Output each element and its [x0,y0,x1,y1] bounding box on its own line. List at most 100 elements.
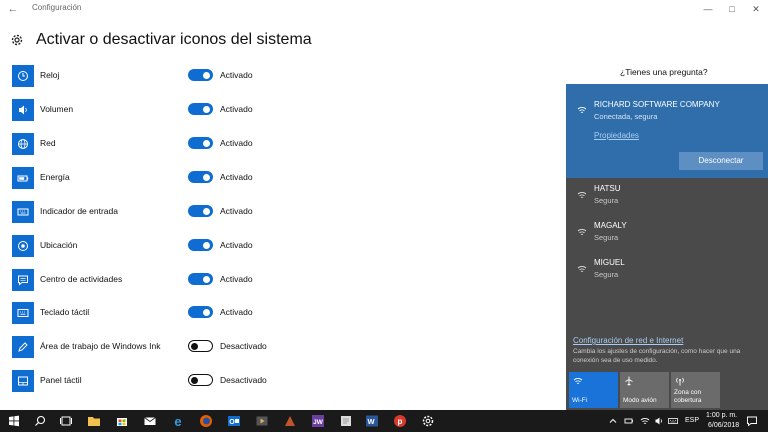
store-icon[interactable] [114,413,130,429]
svg-text:O: O [229,419,235,426]
toggle-switch[interactable] [188,205,213,217]
toggle-switch[interactable] [188,171,213,183]
settings-gear-icon[interactable] [420,413,436,429]
network-name: MAGALY [594,221,627,230]
notifications-icon[interactable] [746,415,758,427]
gear-icon [11,34,23,46]
hotspot-icon [676,377,684,386]
presenter-app-icon[interactable]: p [392,413,408,429]
sticky-notes-icon[interactable] [338,413,354,429]
firefox-icon[interactable] [198,413,214,429]
input-language[interactable]: ESP [685,417,699,424]
setting-label: Centro de actividades [40,274,123,284]
word-icon[interactable]: W [364,413,380,429]
toggle-switch[interactable] [188,137,213,149]
setting-label: Teclado táctil [40,307,90,317]
setting-label: Ubicación [40,240,78,250]
setting-row-power: Energía Activado [12,167,312,189]
network-item[interactable]: HATSU Segura [566,180,768,216]
setting-row-network: Red Activado [12,133,312,155]
page-title: Activar o desactivar iconos del sistema [36,31,312,48]
media-player-icon[interactable] [254,413,270,429]
network-status: Segura [594,233,619,242]
toggle-state: Activado [220,206,253,216]
network-status: Segura [594,196,619,205]
network-name: RICHARD SOFTWARE COMPANY [594,100,720,109]
svg-text:p: p [398,417,403,426]
network-item[interactable]: MIGUEL Segura [566,254,768,290]
toggle-state: Activado [220,307,253,317]
properties-link[interactable]: Propiedades [594,131,639,140]
volume-tray-icon[interactable] [654,416,664,426]
edge-browser-icon[interactable]: e [170,413,186,429]
toggle-state: Activado [220,172,253,182]
toggle-state: Desactivado [220,375,267,385]
network-name: HATSU [594,184,621,193]
network-status: Segura [594,270,619,279]
svg-text:W: W [367,417,375,426]
clock-date[interactable]: 6/06/2018 [708,422,739,429]
toggle-switch[interactable] [188,103,213,115]
wifi-signal-icon [577,192,587,198]
setting-row-action-center: Centro de actividades Activado [12,269,312,291]
setting-label: Panel táctil [40,375,82,385]
help-question-link[interactable]: ¿Tienes una pregunta? [620,67,708,77]
back-arrow-icon[interactable]: ← [6,2,20,16]
clock-time[interactable]: 1:00 p. m. [706,412,737,419]
setting-row-location: Ubicación Activado [12,235,312,257]
location-icon [12,235,34,257]
setting-label: Red [40,138,56,148]
app-icon[interactable] [282,413,298,429]
windows-start-icon[interactable] [6,413,22,429]
wifi-signal-icon [577,266,587,272]
action-center-icon [12,269,34,291]
network-name: MIGUEL [594,258,625,267]
disconnect-button[interactable]: Desconectar [679,152,763,170]
setting-row-touch-keyboard: Teclado táctil Activado [12,302,312,324]
toggle-switch[interactable] [188,340,213,352]
toggle-switch[interactable] [188,239,213,251]
maximize-button[interactable]: □ [724,2,740,16]
network-item[interactable]: MAGALY Segura [566,217,768,253]
toggle-switch[interactable] [188,69,213,81]
setting-label: Indicador de entrada [40,206,118,216]
toggle-switch[interactable] [188,374,213,386]
wifi-quick-action[interactable]: Wi-Fi [569,372,618,408]
quick-action-label: Zona con cobertura [674,389,702,404]
setting-label: Área de trabajo de Windows Ink [40,341,161,351]
task-view-icon[interactable] [58,413,74,429]
pen-icon [12,336,34,358]
outlook-icon[interactable]: O [226,413,242,429]
mail-icon[interactable] [142,413,158,429]
minimize-button[interactable]: — [700,2,716,16]
setting-row-clock: Reloj Activado [12,65,312,87]
file-explorer-icon[interactable] [86,413,102,429]
window-title: Configuración [32,3,82,12]
airplane-mode-quick-action[interactable]: Modo avión [620,372,669,408]
toggle-switch[interactable] [188,306,213,318]
title-bar: ← Configuración — □ ✕ [0,0,768,18]
setting-row-input-indicator: Indicador de entrada Activado [12,201,312,223]
toggle-state: Activado [220,240,253,250]
network-tray-icon[interactable] [640,416,650,426]
search-icon[interactable] [32,413,48,429]
hotspot-quick-action[interactable]: Zona con cobertura [671,372,720,408]
connected-network[interactable]: RICHARD SOFTWARE COMPANY Conectada, segu… [566,84,768,178]
wifi-signal-icon [577,107,587,113]
network-settings-description: Cambia los ajustes de configuración, com… [573,348,741,364]
battery-tray-icon[interactable] [624,416,634,426]
network-settings-link[interactable]: Configuración de red e Internet [573,336,683,345]
touch-keyboard-icon [12,302,34,324]
chevron-up-icon[interactable] [608,416,618,426]
jw-app-icon[interactable]: JW [310,413,326,429]
quick-action-label: Wi-Fi [572,397,588,404]
taskbar: e O JW W p ESP 1:00 p. m. 6/06/2018 [0,410,768,432]
keyboard-tray-icon[interactable] [668,416,678,426]
toggle-switch[interactable] [188,273,213,285]
keyboard-icon [12,201,34,223]
airplane-icon [625,376,633,386]
globe-icon [12,133,34,155]
setting-row-volume: Volumen Activado [12,99,312,121]
close-button[interactable]: ✕ [748,2,764,16]
svg-text:e: e [174,414,181,429]
